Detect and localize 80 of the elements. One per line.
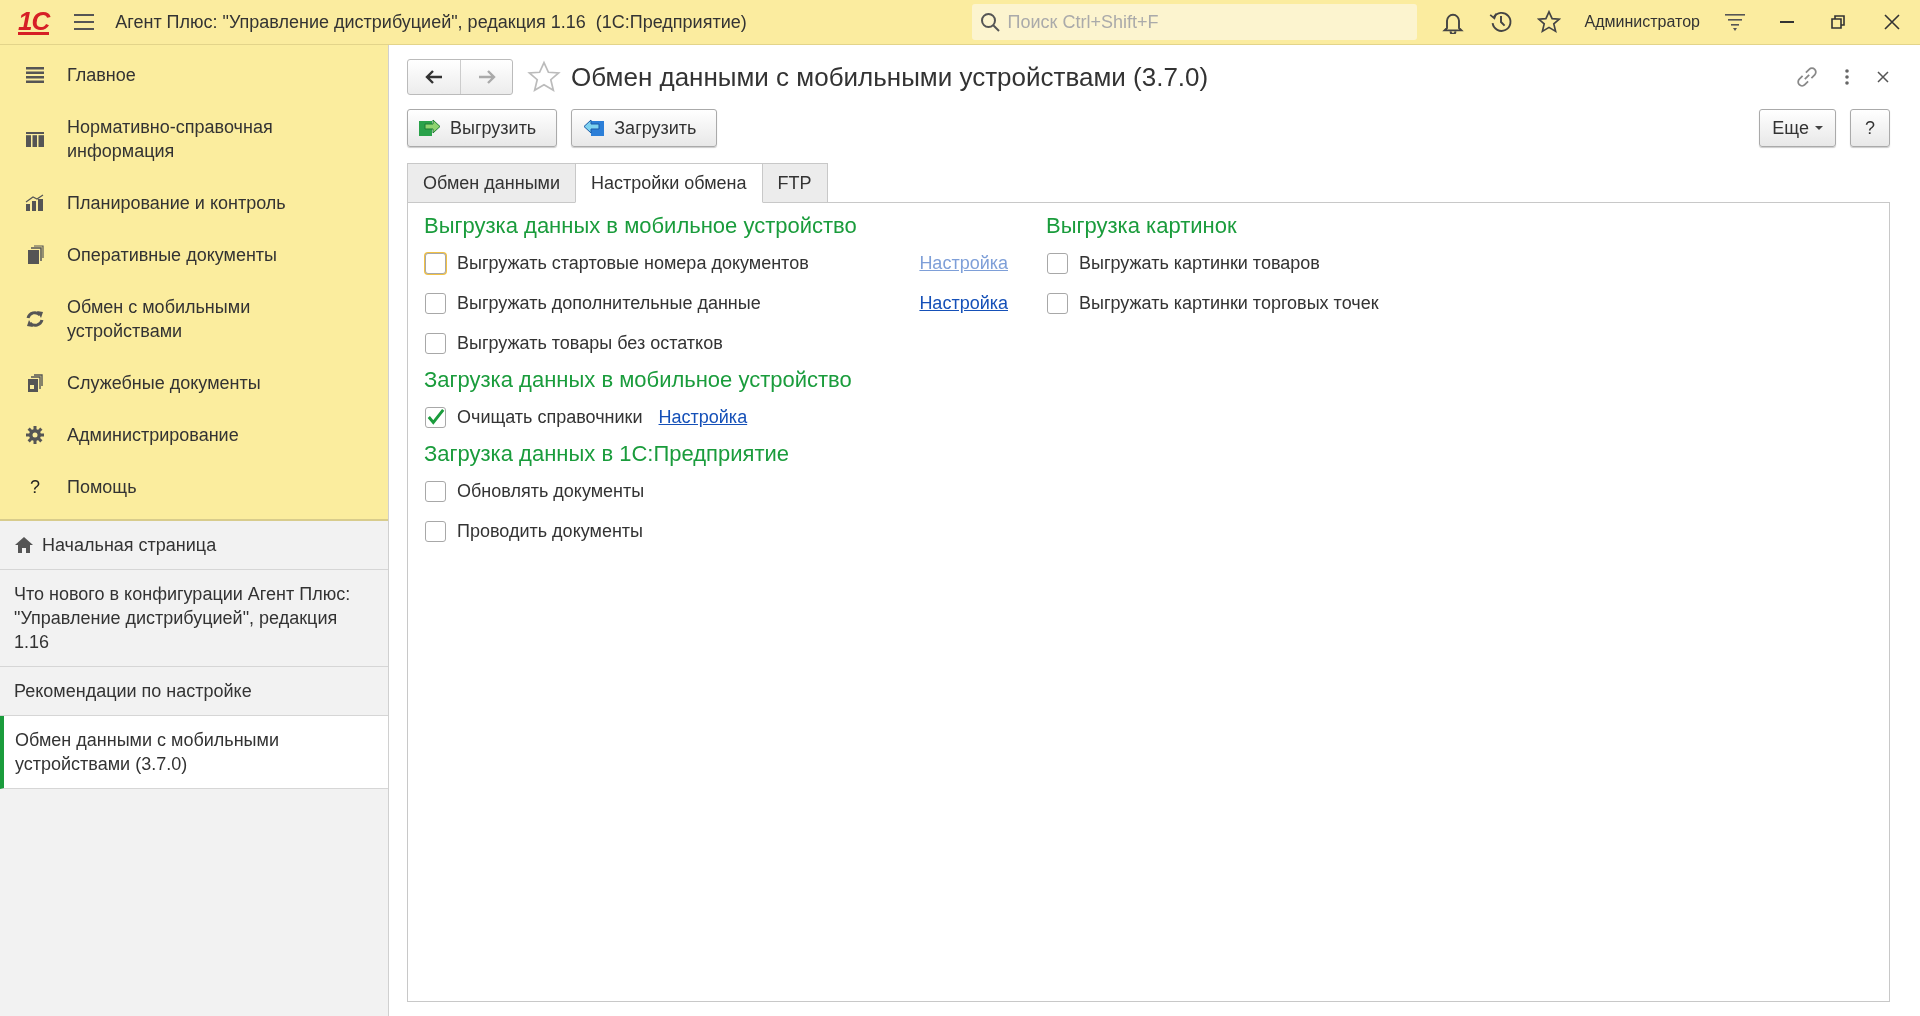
sidebar-item[interactable]: Планирование и контроль	[0, 177, 388, 229]
close-button[interactable]	[1882, 12, 1902, 32]
search-field[interactable]: Поиск Ctrl+Shift+F	[971, 4, 1417, 40]
sidebar-item[interactable]: Служебные документы	[0, 357, 388, 409]
open-window-item[interactable]: Обмен данными с мобильными устройствами (3.7.0)	[0, 716, 388, 789]
close-form-button[interactable]	[1876, 70, 1890, 84]
checkbox[interactable]	[425, 480, 446, 502]
menu-button[interactable]	[73, 11, 96, 33]
checkbox-label: Очищать справочники	[457, 406, 643, 428]
upload-arrow-icon	[418, 117, 442, 139]
sidebar-item[interactable]: Обмен с мобильными устройствами	[0, 281, 388, 357]
tab[interactable]: Настройки обмена	[575, 163, 763, 203]
section-heading: Выгрузка данных в мобильное устройство	[424, 213, 858, 239]
app-logo[interactable]: 1С	[18, 9, 50, 35]
list-icon	[25, 65, 45, 85]
caret-icon	[1815, 126, 1823, 130]
favorite-button[interactable]	[527, 60, 561, 94]
link-icon	[1796, 66, 1818, 88]
user-name[interactable]: Администратор	[1584, 13, 1700, 31]
filter-menu-icon	[1724, 11, 1746, 33]
checkbox[interactable]	[425, 292, 446, 314]
more-button[interactable]: Еще	[1759, 109, 1836, 147]
gear-icon	[25, 425, 45, 445]
open-window-item[interactable]: Что нового в конфигурации Агент Плюс: "Управление дистрибуцией", редакция 1.16	[0, 570, 388, 667]
more-actions-button[interactable]	[1844, 68, 1850, 86]
checkbox[interactable]	[1047, 292, 1068, 314]
star-icon	[1536, 10, 1561, 34]
sidebar-item[interactable]: Оперативные документы	[0, 229, 388, 281]
form-title: Обмен данными с мобильными устройствами (3.7.0)	[571, 61, 1209, 93]
bookshelf-icon	[25, 129, 45, 149]
more-vertical-icon	[1844, 68, 1850, 86]
bar-chart-icon	[25, 193, 45, 213]
checkbox-label: Выгружать картинки товаров	[1079, 252, 1320, 274]
search-icon	[979, 12, 1000, 32]
settings-link[interactable]: Настройка	[919, 292, 1008, 314]
download-button[interactable]: Загрузить	[571, 109, 718, 147]
checkbox-label: Выгружать дополнительные данные	[457, 292, 762, 314]
checkbox-label: Выгружать картинки торговых точек	[1079, 292, 1379, 314]
question-mark-icon: ?	[25, 475, 45, 499]
menu-icon	[73, 11, 96, 33]
tab[interactable]: FTP	[761, 163, 828, 203]
section-heading: Выгрузка картинок	[1046, 213, 1238, 239]
sidebar-item[interactable]: Нормативно-справочная информация	[0, 101, 388, 177]
restore-button[interactable]	[1828, 12, 1848, 32]
upload-button[interactable]: Выгрузить	[407, 109, 558, 147]
checkbox[interactable]	[425, 520, 446, 542]
history-icon	[1488, 10, 1513, 34]
settings-link[interactable]: Настройка	[658, 406, 748, 428]
restore-icon	[1828, 12, 1848, 32]
checkbox-label: Выгружать стартовые номера документов	[457, 252, 810, 274]
star-icon	[527, 60, 561, 94]
checkmark-icon	[426, 408, 445, 426]
window-title: Агент Плюс: "Управление дистрибуцией", редакция 1.16 (1С:Предприятие)	[115, 11, 747, 33]
checkbox[interactable]	[425, 252, 446, 274]
download-arrow-icon	[582, 117, 607, 139]
sidebar-item[interactable]: ? Помощь	[0, 461, 388, 513]
sync-icon	[25, 309, 45, 329]
minimize-icon	[1780, 21, 1794, 23]
documents-icon	[25, 245, 45, 265]
tab[interactable]: Обмен данными	[407, 163, 576, 203]
checkbox-label: Проводить документы	[457, 520, 643, 542]
checkbox-label: Обновлять документы	[457, 480, 645, 502]
checkbox-label: Выгружать товары без остатков	[457, 332, 724, 354]
favorites-button[interactable]	[1536, 10, 1561, 34]
checkbox[interactable]	[425, 332, 446, 354]
close-icon	[1882, 12, 1902, 32]
checkbox[interactable]	[425, 406, 446, 428]
section-heading: Загрузка данных в мобильное устройство	[424, 367, 853, 393]
home-icon	[14, 535, 34, 555]
open-window-item[interactable]: Начальная страница	[0, 521, 388, 570]
settings-menu-button[interactable]	[1724, 11, 1746, 33]
documents-icon	[25, 373, 45, 393]
checkbox[interactable]	[1047, 252, 1068, 274]
sidebar-item[interactable]: Администрирование	[0, 409, 388, 461]
history-button[interactable]	[1488, 10, 1513, 34]
help-button[interactable]: ?	[1850, 109, 1890, 147]
section-heading: Загрузка данных в 1С:Предприятие	[424, 441, 790, 467]
link-button[interactable]	[1796, 66, 1818, 88]
close-icon	[1876, 70, 1890, 84]
sidebar-item[interactable]: Главное	[0, 49, 388, 101]
